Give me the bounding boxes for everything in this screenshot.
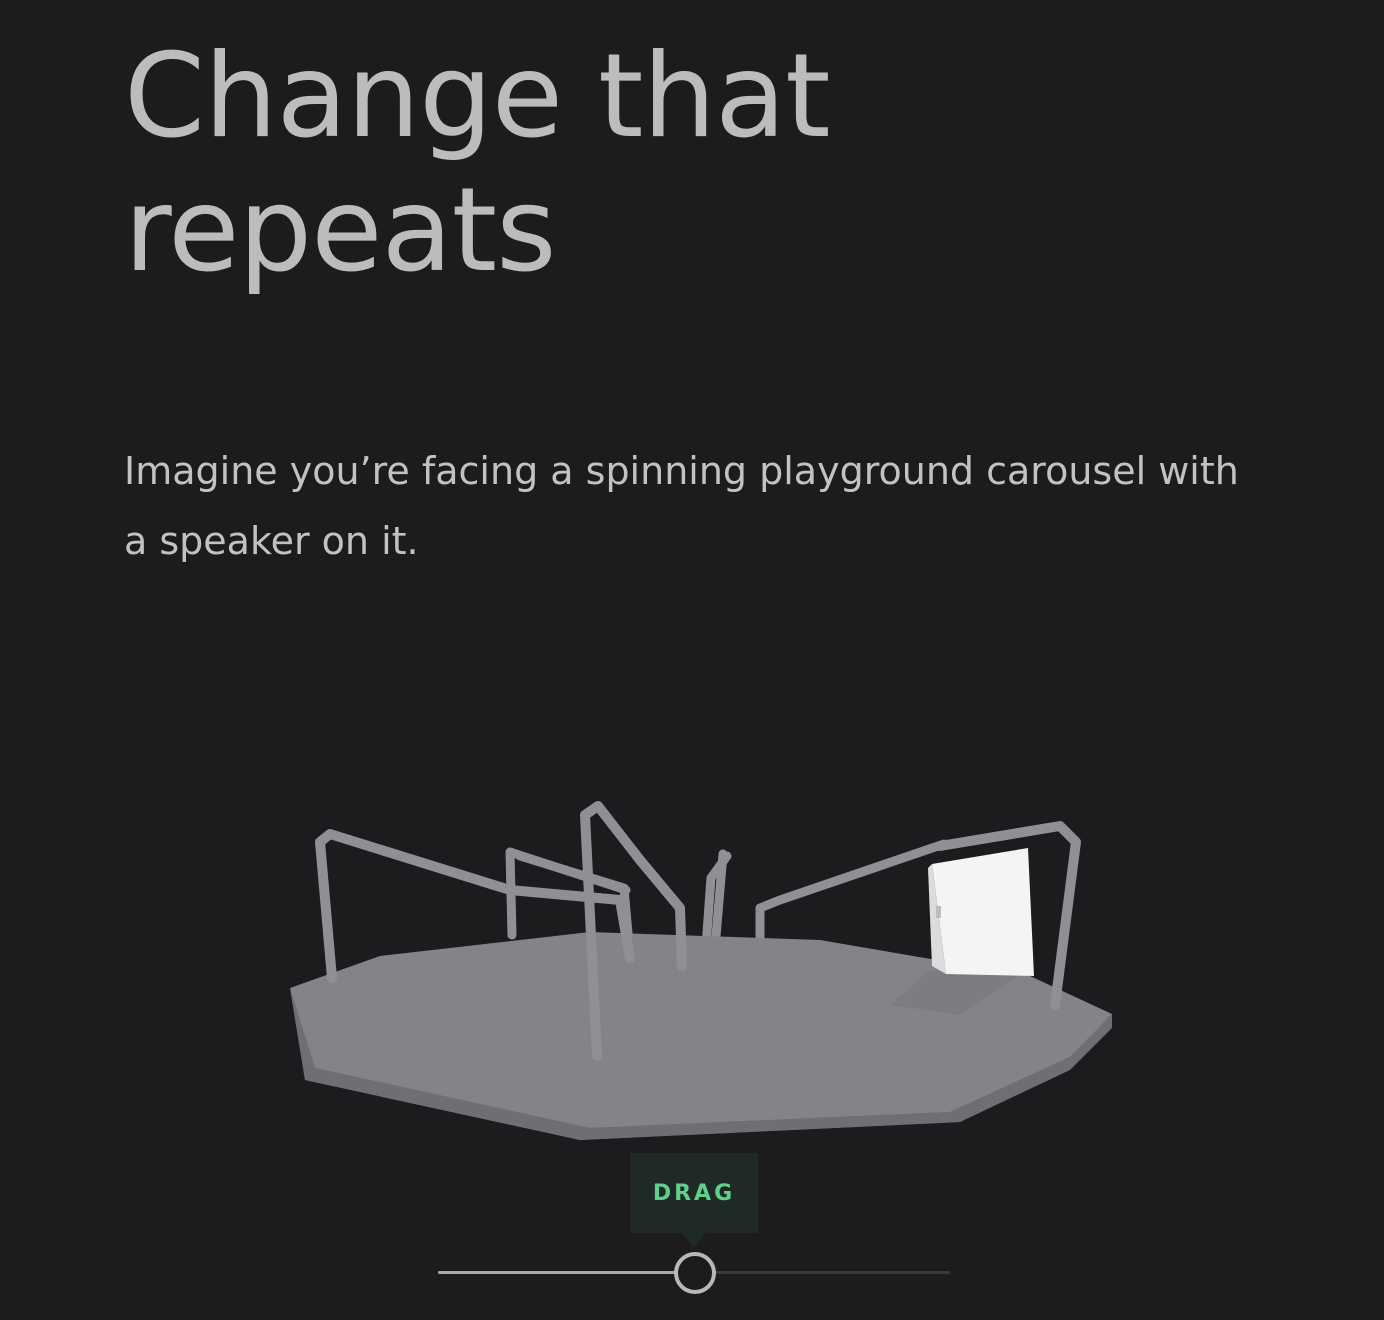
heading-line-1: Change that — [124, 29, 831, 164]
carousel-scene[interactable] — [260, 770, 1140, 1160]
carousel-slider[interactable] — [438, 1250, 950, 1294]
heading-line-2: repeats — [124, 163, 557, 298]
slider-thumb[interactable] — [674, 1252, 716, 1294]
page-heading: Change that repeats — [124, 30, 1024, 298]
drag-hint-badge: DRAG — [630, 1153, 758, 1247]
intro-paragraph: Imagine you’re facing a spinning playgro… — [124, 449, 1239, 563]
carousel-illustration — [290, 801, 1112, 1140]
speaker-box — [928, 848, 1034, 976]
slider-fill — [438, 1271, 694, 1274]
